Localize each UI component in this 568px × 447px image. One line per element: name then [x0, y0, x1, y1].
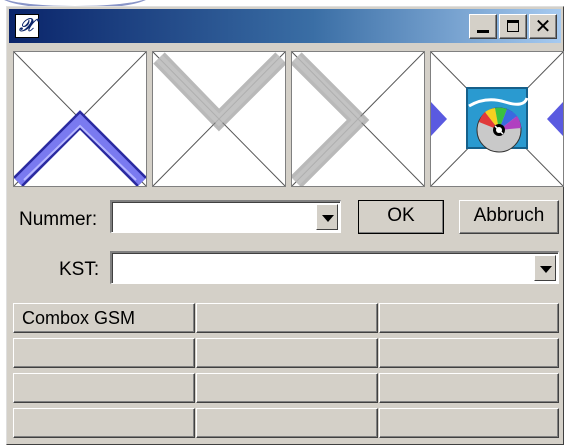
- grid-button[interactable]: [13, 373, 195, 403]
- grid-button[interactable]: [379, 408, 559, 438]
- tile-1[interactable]: [13, 51, 147, 187]
- grid-button[interactable]: [196, 338, 378, 368]
- grid-button[interactable]: [13, 408, 195, 438]
- ok-button[interactable]: OK: [358, 200, 444, 234]
- tile-4[interactable]: [430, 51, 564, 187]
- minimize-icon: [477, 30, 489, 33]
- nummer-dropdown-button[interactable]: [316, 204, 338, 230]
- grid-button[interactable]: [13, 338, 195, 368]
- corner-arrow-up-blue-icon: [14, 52, 146, 186]
- grid-button[interactable]: [196, 373, 378, 403]
- kst-label: KST:: [59, 259, 100, 280]
- cd-disc-icon: [431, 52, 563, 186]
- tile-2[interactable]: [152, 51, 286, 187]
- abbruch-button[interactable]: Abbruch: [459, 200, 559, 234]
- kst-dropdown-button[interactable]: [534, 255, 556, 281]
- title-bar[interactable]: 𝒳 ✕: [9, 9, 561, 43]
- maximize-button[interactable]: [499, 14, 527, 39]
- corner-arrow-left-gray-icon: [153, 52, 285, 186]
- app-icon: 𝒳: [15, 14, 39, 38]
- close-icon: ✕: [534, 14, 552, 38]
- kst-combobox[interactable]: [110, 251, 559, 284]
- grid-button[interactable]: [379, 338, 559, 368]
- maximize-icon: [507, 20, 519, 32]
- corner-arrow-right-gray-icon: [292, 52, 424, 186]
- minimize-button[interactable]: [469, 14, 497, 39]
- grid-button[interactable]: Combox GSM: [13, 303, 195, 333]
- grid-button[interactable]: [196, 303, 378, 333]
- nummer-combobox[interactable]: [110, 200, 341, 233]
- grid-button[interactable]: [379, 373, 559, 403]
- dialog-window: 𝒳 ✕ Nummer: OK Abbruch KST: Combox GSM: [6, 6, 564, 445]
- close-button[interactable]: ✕: [529, 14, 557, 39]
- tile-3[interactable]: [291, 51, 425, 187]
- nummer-label: Nummer:: [19, 209, 98, 230]
- grid-button[interactable]: [196, 408, 378, 438]
- grid-button[interactable]: [379, 303, 559, 333]
